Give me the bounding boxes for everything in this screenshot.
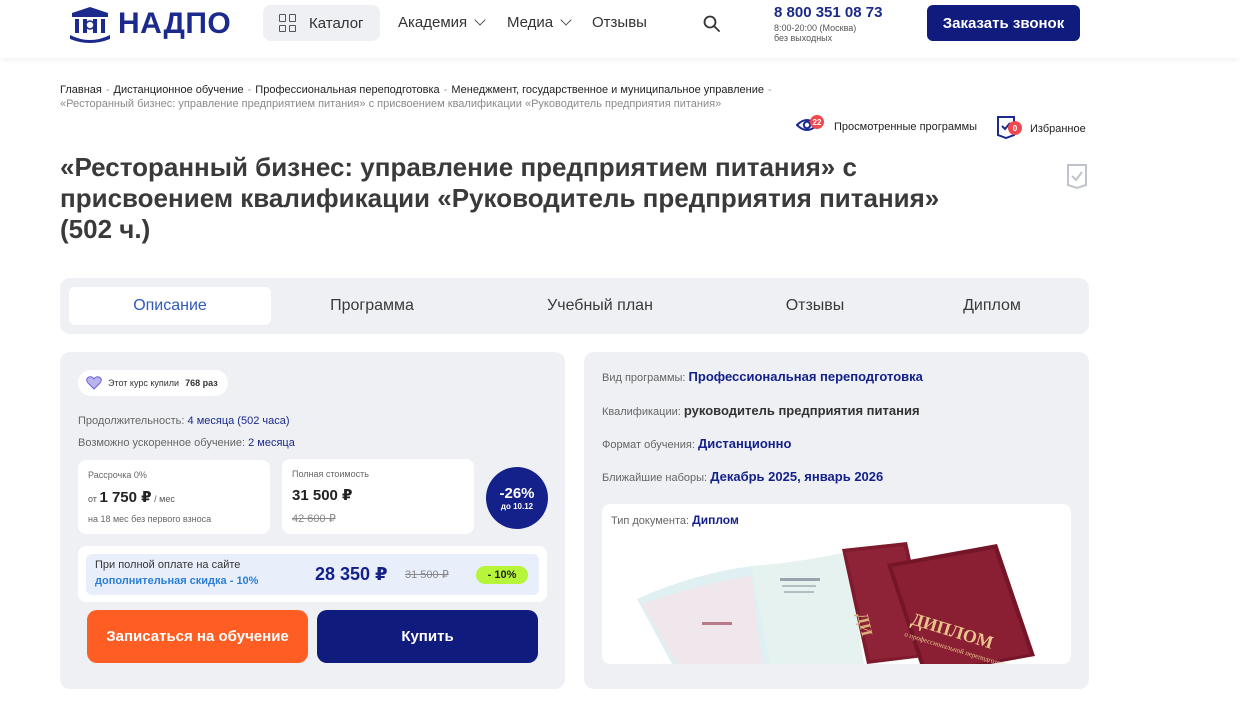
info-row-program-type: Вид программы: Профессиональная переподг… [602,369,923,384]
site-header: НАДПО Каталог Академия Медиа Отзывы 8 80… [0,0,1240,58]
phone-number[interactable]: 8 800 351 08 73 [774,4,882,21]
program-info-panel: Вид программы: Профессиональная переподг… [584,352,1089,689]
pricing-panel: Этот курс купили 768 раз Продолжительнос… [60,352,565,689]
offer-line1: При полной оплате на сайте [95,559,241,571]
logo-text: НАДПО [118,7,232,40]
accelerated-label: Возможно ускоренное обучение: [78,437,246,449]
discount-until: до 10.12 [500,502,534,511]
favorites-label: Избранное [1030,122,1086,135]
offer-discount-badge: - 10% [476,566,528,584]
accelerated-value: 2 месяца [248,437,295,449]
extra-discount-box: При полной оплате на сайте дополнительна… [86,554,539,595]
extra-discount-offer: При полной оплате на сайте дополнительна… [78,546,547,602]
info-row-format: Формат обучения: Дистанционно [602,436,791,451]
course-tabs: Описание Программа Учебный план Отзывы Д… [60,278,1089,334]
diploma-image: ДИПЛОМ о профессиональной переподготовке… [637,542,1035,664]
viewed-count-badge: 22 [810,115,824,129]
offer-price: 28 350 ₽ [315,564,388,584]
info-row-enrollment: Ближайшие наборы: Декабрь 2025, январь 2… [602,469,883,484]
installment-card[interactable]: Рассрочка 0% от 1 750 ₽ / мес на 18 мес … [78,460,270,534]
installment-price: от 1 750 ₽ / мес [88,488,175,506]
full-price-card: Полная стоимость 31 500 ₽ 42 600 ₽ [282,459,474,534]
page-title: «Ресторанный бизнес: управление предприя… [60,152,940,244]
installment-amount: 1 750 ₽ [99,489,152,506]
days-text: без выходных [774,33,833,43]
breadcrumb-link[interactable]: Главная [60,84,102,96]
tab-study-plan[interactable]: Учебный план [500,287,700,325]
favorites-link[interactable]: 0 Избранное [996,115,1086,142]
nav-academy[interactable]: Академия [398,14,486,31]
purchase-count-label: Этот курс купили [108,378,180,388]
duration-value: 4 месяца (502 часа) [187,415,290,427]
chevron-down-icon [560,14,572,26]
nav-reviews-label: Отзывы [592,14,647,31]
logo-emblem-icon [70,7,110,43]
info-row-qualification: Квалификации: руководитель предприятия п… [602,403,920,418]
purchase-count-pill: Этот курс купили 768 раз [78,370,228,396]
info-value: руководитель предприятия питания [683,403,920,418]
offer-old-price: 31 500 ₽ [405,569,449,581]
search-icon[interactable] [703,15,720,32]
document-card: Тип документа: Диплом ДИПЛОМ о профессио… [602,504,1071,664]
info-label: Вид программы: [602,372,686,384]
viewed-label: Просмотренные программы [834,120,978,133]
info-label: Квалификации: [602,406,681,418]
order-call-button[interactable]: Заказать звонок [927,5,1080,41]
breadcrumb-link[interactable]: Дистанционное обучение [114,84,244,96]
tab-program[interactable]: Программа [272,287,472,325]
info-value: Дистанционно [697,436,792,451]
accelerated-row: Возможно ускоренное обучение: 2 месяца [78,437,295,449]
info-label: Формат обучения: [602,439,695,451]
info-label: Ближайшие наборы: [602,472,708,484]
discount-badge: -26% до 10.12 [486,467,548,529]
breadcrumb-link[interactable]: Профессиональная переподготовка [255,84,439,96]
nav-reviews[interactable]: Отзывы [592,14,647,31]
enroll-button[interactable]: Записаться на обучение [87,610,308,663]
heart-icon [86,376,102,390]
duration-label: Продолжительность: [78,415,185,427]
chevron-down-icon [474,14,486,26]
breadcrumb-current: «Ресторанный бизнес: управление предприя… [60,98,722,110]
discount-percent: -26% [499,485,535,502]
breadcrumb-link[interactable]: Менеджмент, государственное и муниципаль… [451,84,764,96]
nav-media-label: Медиа [507,14,554,31]
viewed-programs-link[interactable]: 22 Просмотренные программы [795,115,978,136]
installment-note: на 18 мес без первого взноса [88,514,212,524]
purchase-count-value: 768 раз [185,378,218,388]
full-price-old: 42 600 ₽ [292,513,336,525]
buy-button[interactable]: Купить [317,610,538,663]
duration-row: Продолжительность: 4 месяца (502 часа) [78,415,290,427]
installment-label: Рассрочка 0% [88,470,147,480]
nav-media[interactable]: Медиа [507,14,572,31]
installment-prefix: от [88,494,97,504]
tab-reviews[interactable]: Отзывы [715,287,915,325]
breadcrumb: Главная - Дистанционное обучение - Профессио… [60,84,772,110]
full-price-amount: 31 500 ₽ [292,487,353,504]
phone-hours: 8:00-20:00 (Москва) без выходных [774,23,856,43]
catalog-label: Каталог [309,14,364,32]
tab-description[interactable]: Описание [69,287,271,325]
tab-diploma[interactable]: Диплом [892,287,1092,325]
hours-text: 8:00-20:00 (Москва) [774,23,857,33]
logo[interactable]: НАДПО [68,4,231,44]
info-value: Декабрь 2025, январь 2026 [710,469,884,484]
favorites-count-badge: 0 [1008,121,1022,135]
info-value: Профессиональная переподготовка [688,369,923,384]
full-price-label: Полная стоимость [292,469,369,479]
add-to-favorites-icon[interactable] [1066,163,1088,190]
grid-icon [279,14,297,32]
installment-per: / мес [154,494,175,504]
nav-academy-label: Академия [398,14,468,31]
offer-line2: дополнительная скидка - 10% [95,575,259,587]
catalog-button[interactable]: Каталог [263,5,380,41]
